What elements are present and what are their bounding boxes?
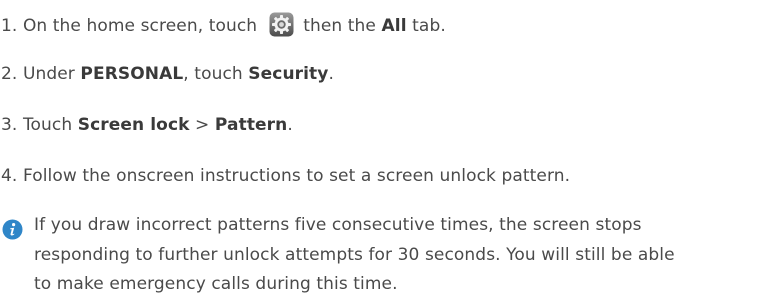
security-label: Security (248, 64, 329, 84)
step-number: 4. (1, 166, 18, 186)
tab-all-label: All (381, 16, 407, 36)
screen-lock-label: Screen lock (77, 115, 190, 135)
note-text-line: responding to further unlock attempts fo… (34, 245, 675, 265)
step-text: . (328, 64, 334, 84)
step-text: Touch (22, 115, 73, 135)
step-text: Under (22, 64, 75, 84)
step-text: . (287, 115, 293, 135)
step-text: tab. (412, 16, 446, 36)
menu-separator: > (195, 115, 210, 135)
step-text: Follow the onscreen instructions to set … (22, 166, 571, 186)
step-text: On the home screen, touch (22, 16, 258, 36)
personal-section-label: PERSONAL (80, 64, 184, 84)
settings-gear-icon (269, 12, 294, 37)
pattern-label: Pattern (214, 115, 288, 135)
step-2: 2. Under PERSONAL, touch Security. (1, 63, 334, 85)
step-1: 1. On the home screen, touch then the Al… (1, 12, 446, 37)
step-number: 1. (1, 16, 18, 36)
note-text-line: If you draw incorrect patterns five cons… (34, 215, 642, 235)
step-text: then the (303, 16, 376, 36)
step-text: , touch (183, 64, 243, 84)
step-4: 4. Follow the onscreen instructions to s… (1, 165, 570, 187)
step-number: 2. (1, 64, 18, 84)
info-icon (2, 219, 23, 240)
note-text-line: to make emergency calls during this time… (34, 274, 398, 294)
step-number: 3. (1, 115, 18, 135)
step-3: 3. Touch Screen lock > Pattern. (1, 114, 293, 136)
